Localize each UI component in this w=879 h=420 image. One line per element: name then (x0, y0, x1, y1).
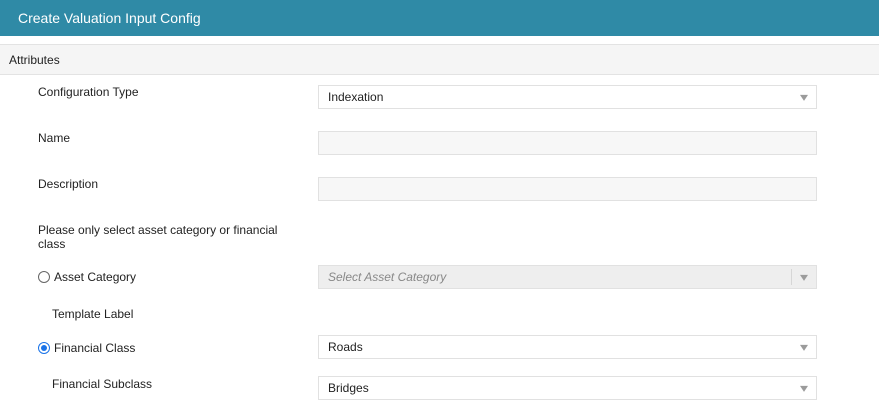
template-label: Template Label (52, 307, 134, 321)
radio-checked-icon[interactable] (38, 342, 50, 354)
name-label: Name (38, 131, 71, 145)
caret-down-icon (800, 385, 808, 392)
description-label: Description (38, 177, 99, 191)
asset-category-select[interactable]: Select Asset Category (318, 265, 817, 289)
asset-category-label: Asset Category (54, 270, 137, 284)
financial-class-label: Financial Class (54, 341, 136, 355)
name-input[interactable] (318, 131, 817, 155)
financial-class-select[interactable]: Roads (318, 335, 817, 359)
financial-subclass-value: Bridges (328, 381, 369, 395)
configuration-type-label: Configuration Type (38, 85, 139, 99)
configuration-type-value: Indexation (328, 90, 384, 104)
selection-note: Please only select asset category or fin… (38, 223, 278, 251)
select-divider (791, 269, 792, 285)
caret-down-icon (800, 274, 808, 281)
asset-category-option[interactable]: Asset Category (38, 270, 136, 284)
financial-subclass-label: Financial Subclass (52, 377, 153, 391)
configuration-type-select[interactable]: Indexation (318, 85, 817, 109)
attributes-section-header: Attributes (0, 44, 879, 75)
section-title: Attributes (9, 52, 60, 67)
dialog-header: Create Valuation Input Config (0, 0, 879, 36)
caret-down-icon (800, 94, 808, 101)
radio-unchecked-icon[interactable] (38, 271, 50, 283)
dialog-title: Create Valuation Input Config (18, 10, 201, 26)
asset-category-placeholder: Select Asset Category (328, 270, 447, 284)
financial-class-option[interactable]: Financial Class (38, 341, 135, 355)
attributes-form: Configuration Type Indexation Name Descr… (0, 75, 879, 420)
financial-subclass-select[interactable]: Bridges (318, 376, 817, 400)
financial-class-value: Roads (328, 340, 363, 354)
description-input[interactable] (318, 177, 817, 201)
caret-down-icon (800, 344, 808, 351)
